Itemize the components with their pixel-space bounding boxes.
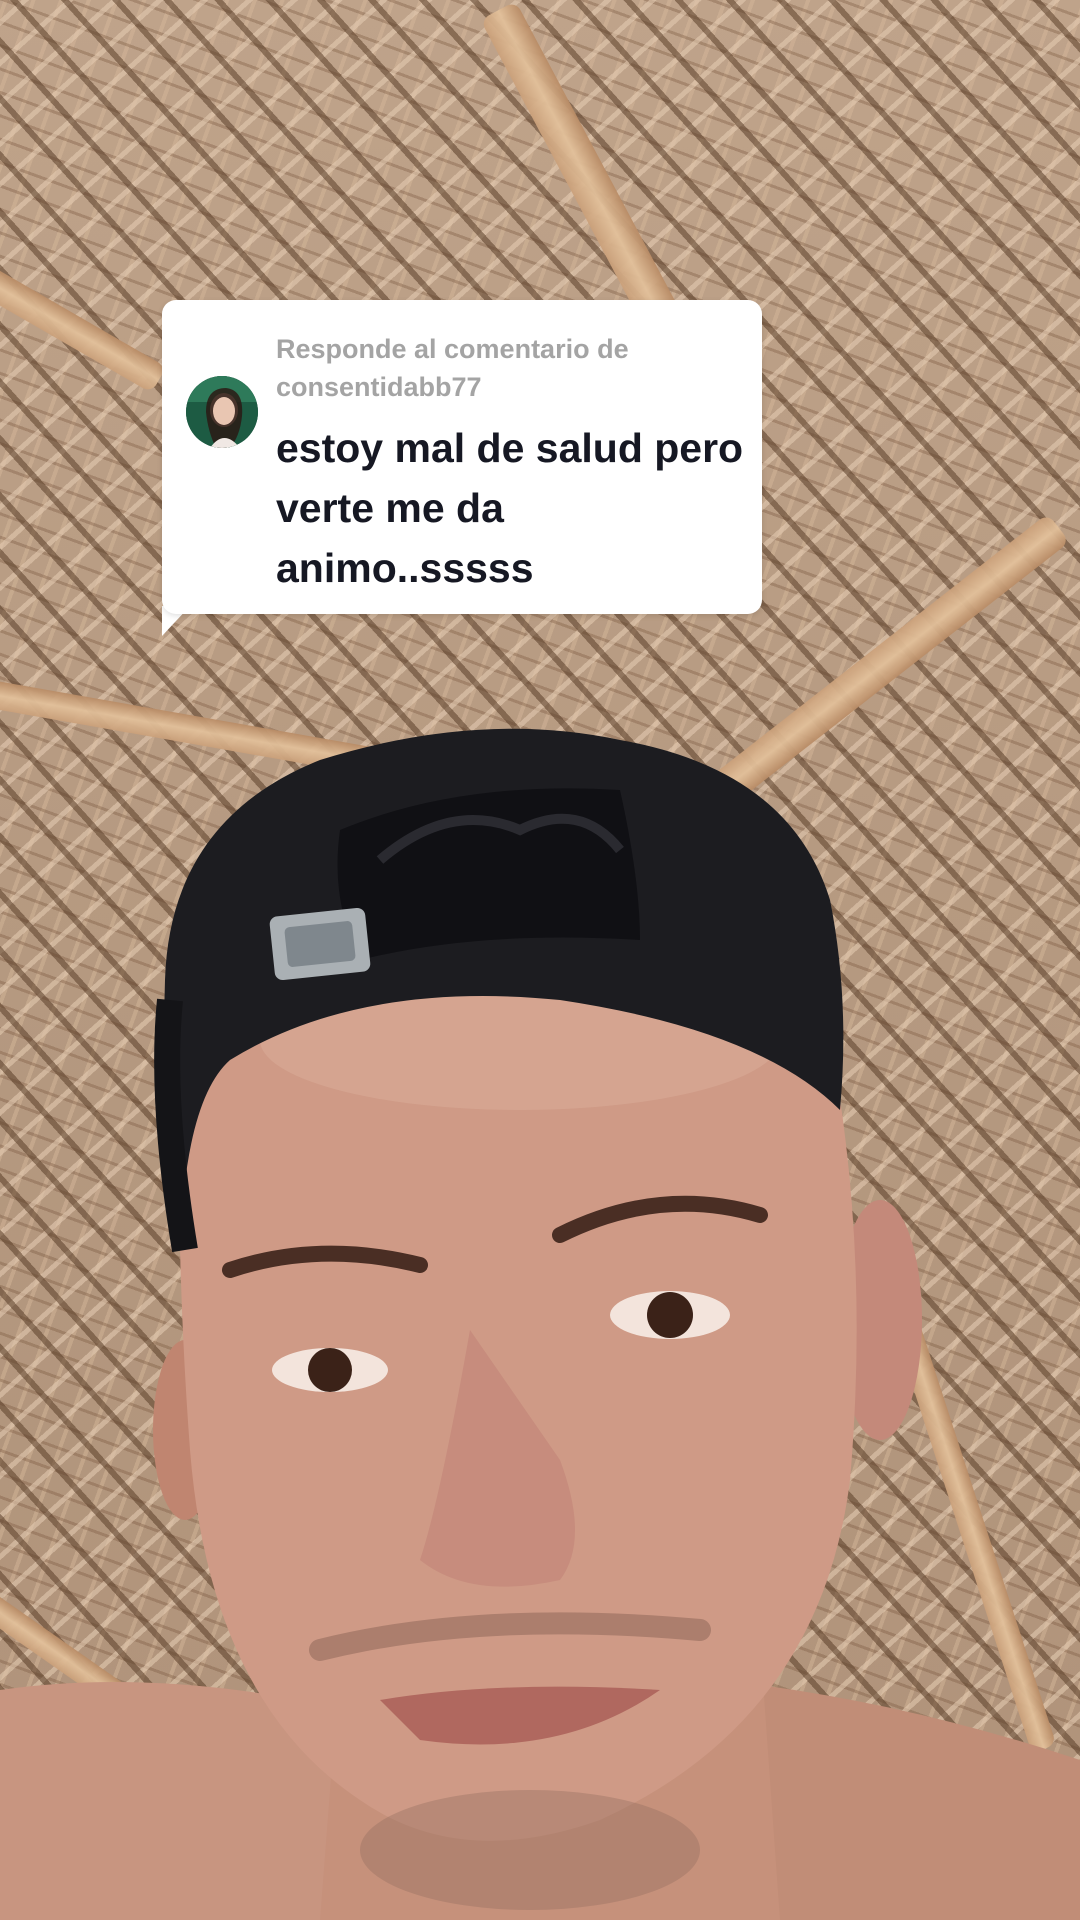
reply-comment-card[interactable]: Responde al comentario de consentidabb77…	[162, 300, 762, 614]
comment-text: estoy mal de salud pero verte me da anim…	[276, 425, 744, 591]
reply-header: Responde al comentario de consentidabb77	[276, 330, 736, 406]
reply-prefix: Responde al comentario de	[276, 334, 629, 364]
commenter-username[interactable]: consentidabb77	[276, 372, 482, 402]
commenter-avatar[interactable]	[186, 376, 258, 448]
person-in-video	[0, 728, 1080, 1920]
avatar-image	[186, 376, 258, 448]
